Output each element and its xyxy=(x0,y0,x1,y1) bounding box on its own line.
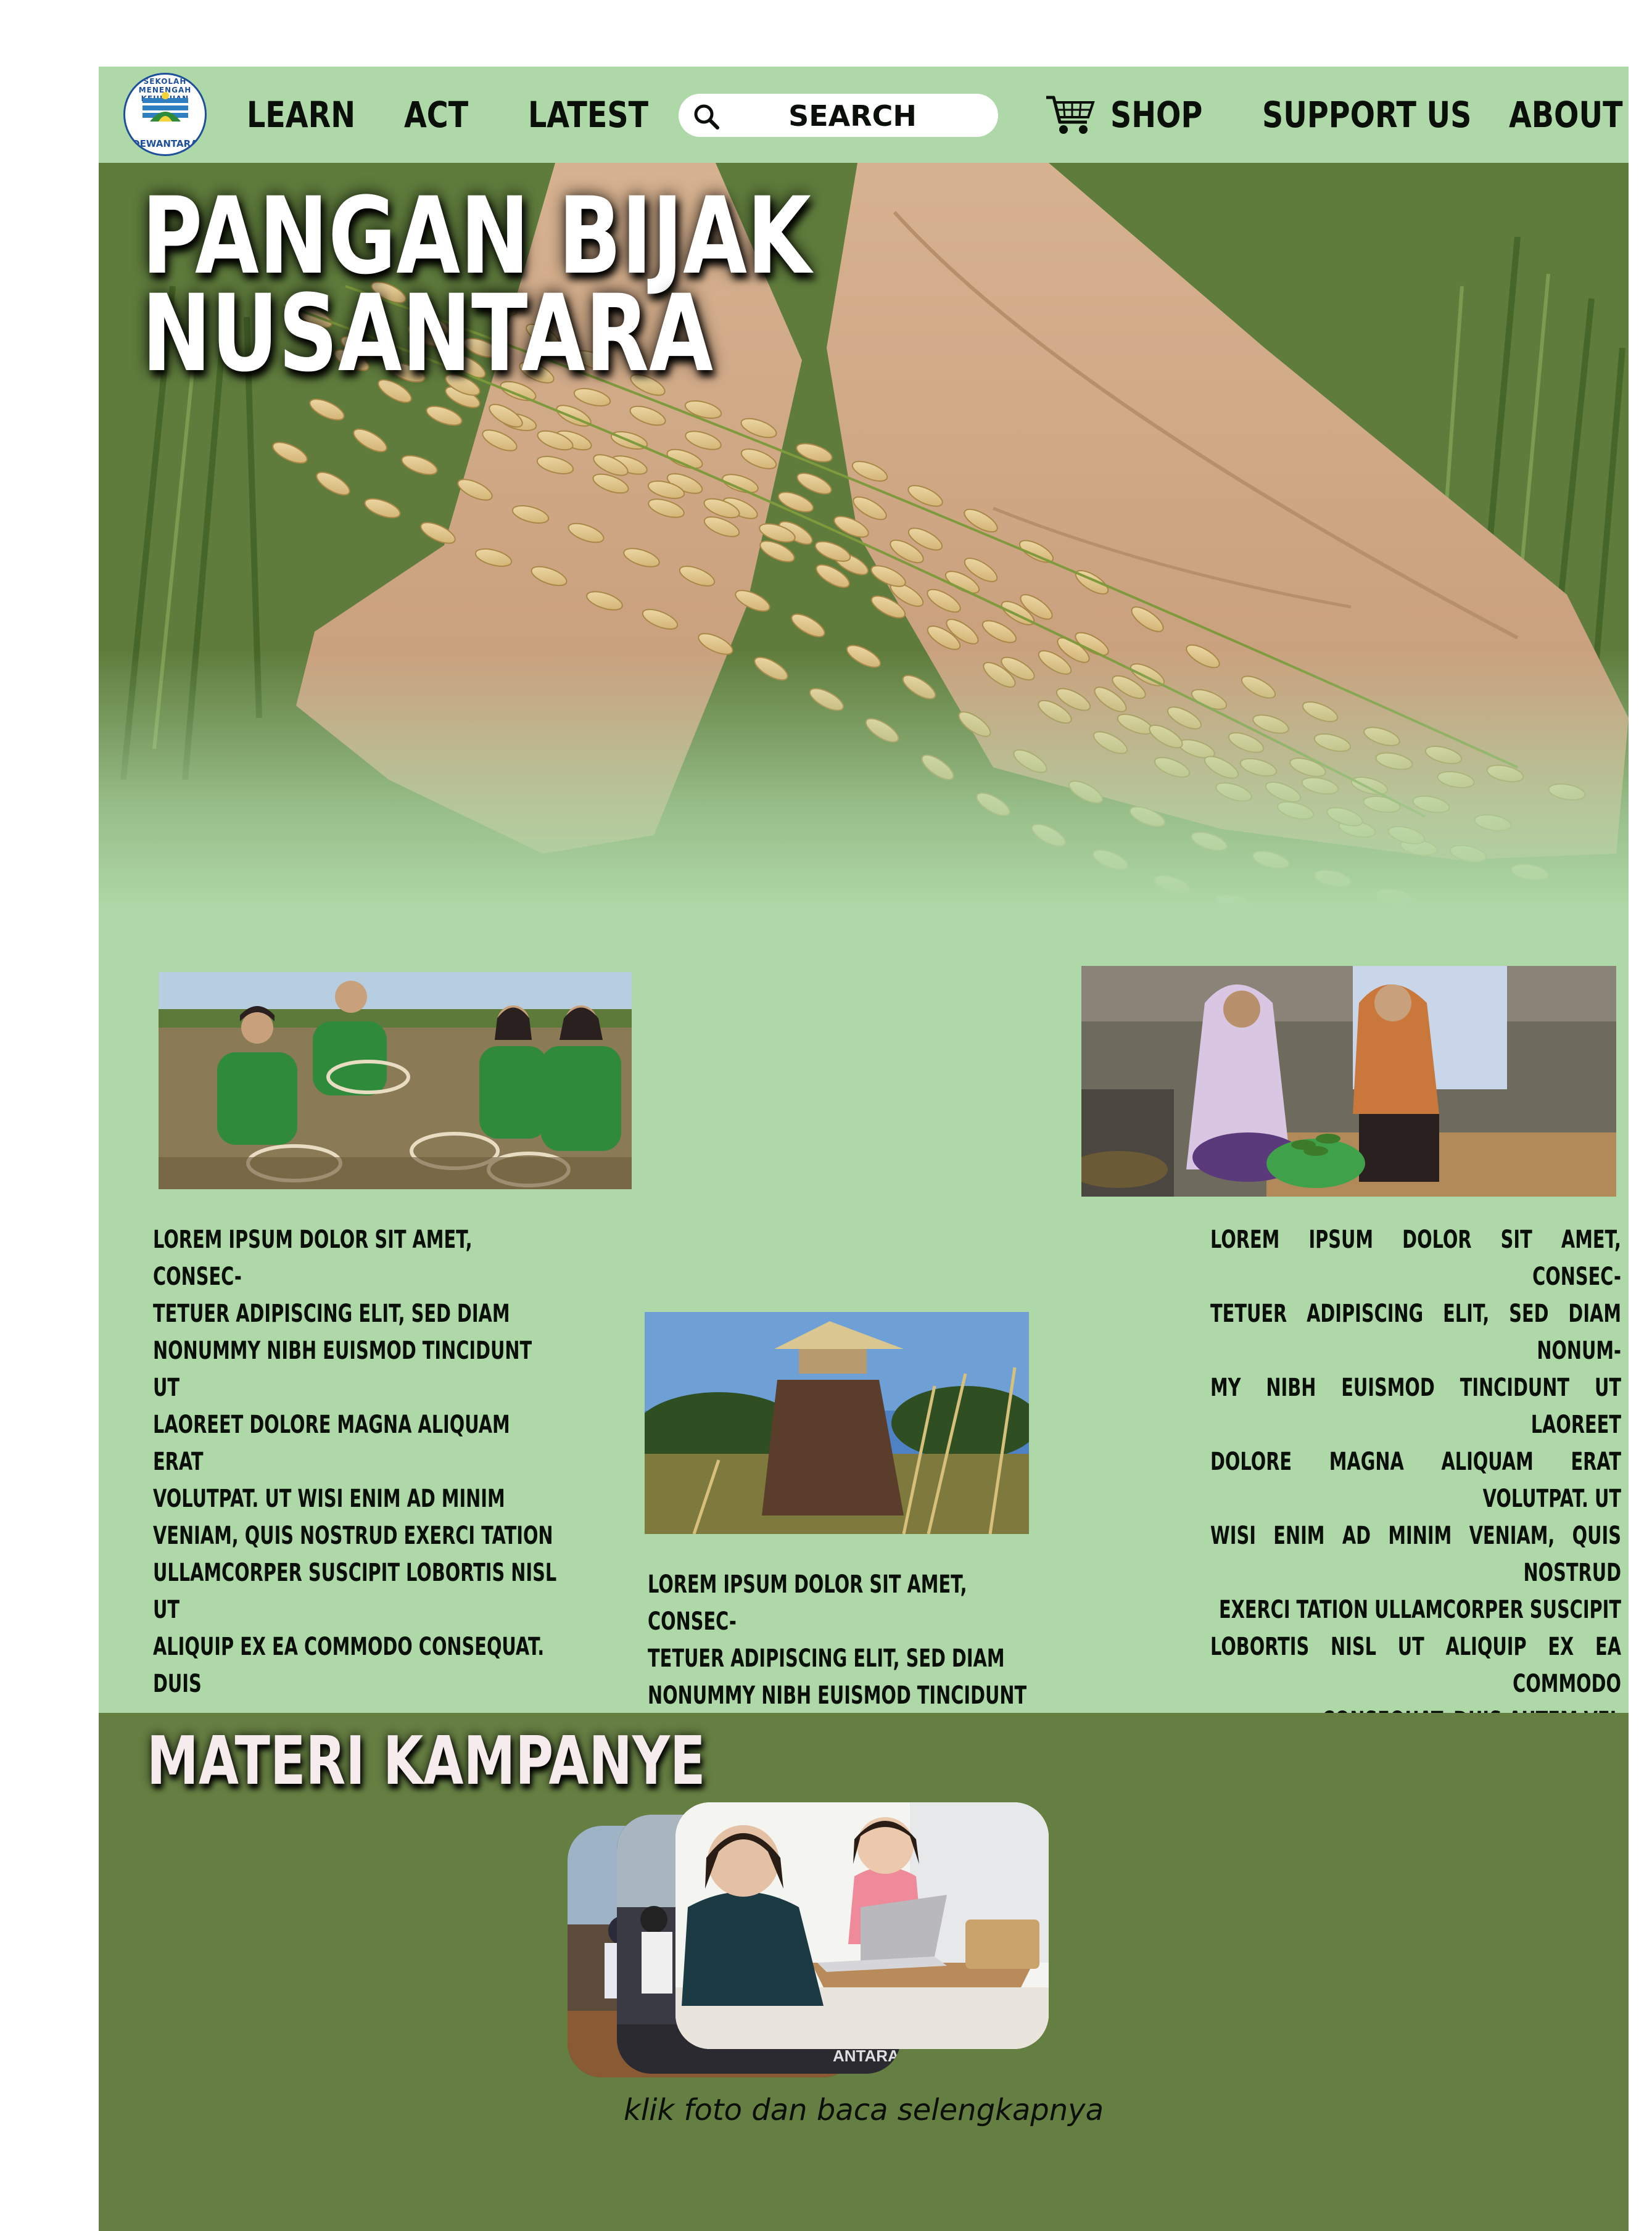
volunteers-harvest-image xyxy=(159,972,632,1189)
hero-fade-overlay xyxy=(99,650,1629,909)
materi-kampanye-title: MATERI KAMPANYE xyxy=(147,1723,706,1800)
materi-kampanye-section: MATERI KAMPANYE ANTARA klik foto dan bac… xyxy=(99,1713,1629,2231)
hero-title: PANGAN BIJAK NUSANTARA xyxy=(142,174,816,395)
school-logo[interactable]: SEKOLAH MENENGAH KEJURUAN DEWANTARA xyxy=(123,73,207,156)
campaign-caption: klik foto dan baca selengkapnya xyxy=(624,2093,1104,2127)
women-preparing-food-image xyxy=(1081,966,1616,1197)
story-photo-volunteers[interactable] xyxy=(159,972,632,1189)
antara-watermark: ANTARA xyxy=(833,2047,899,2065)
nav-shop[interactable]: SHOP xyxy=(1110,67,1202,163)
hero-title-line-1: PANGAN BIJAK xyxy=(142,174,811,298)
nav-learn[interactable]: LEARN xyxy=(247,67,355,163)
story-text-1: LOREM IPSUM DOLOR SIT AMET, CONSEC- TETU… xyxy=(153,1226,557,1698)
search-icon xyxy=(694,104,719,130)
campaign-photo-front[interactable] xyxy=(675,1802,1049,2049)
nav-about[interactable]: ABOUT xyxy=(1509,67,1623,163)
search-bar[interactable] xyxy=(679,94,998,138)
nav-latest[interactable]: LATEST xyxy=(528,67,648,163)
cart-icon[interactable] xyxy=(1045,94,1096,137)
hero-title-line-2: NUSANTARA xyxy=(142,271,714,395)
page: SEKOLAH MENENGAH KEJURUAN DEWANTARA LEAR… xyxy=(99,67,1629,2231)
mother-daughter-laptop-image xyxy=(675,1802,1049,2049)
top-navbar: SEKOLAH MENENGAH KEJURUAN DEWANTARA LEAR… xyxy=(99,67,1629,163)
story-text-3: LOREM IPSUM DOLOR SIT AMET, CONSEC- TETU… xyxy=(1210,1226,1621,1735)
hero-banner: PANGAN BIJAK NUSANTARA xyxy=(99,163,1629,909)
logo-bottom-text: DEWANTARA xyxy=(132,138,198,149)
farmer-field-image xyxy=(645,1312,1029,1534)
campaign-photo-stack[interactable]: ANTARA xyxy=(568,1802,1049,2086)
story-photo-farmer[interactable] xyxy=(645,1312,1029,1534)
nav-act[interactable]: ACT xyxy=(404,67,468,163)
logo-emblem-icon xyxy=(142,92,188,122)
search-input[interactable] xyxy=(728,94,977,138)
nav-support-us[interactable]: SUPPORT US xyxy=(1262,67,1471,163)
story-photo-women-cooking[interactable] xyxy=(1081,966,1616,1197)
